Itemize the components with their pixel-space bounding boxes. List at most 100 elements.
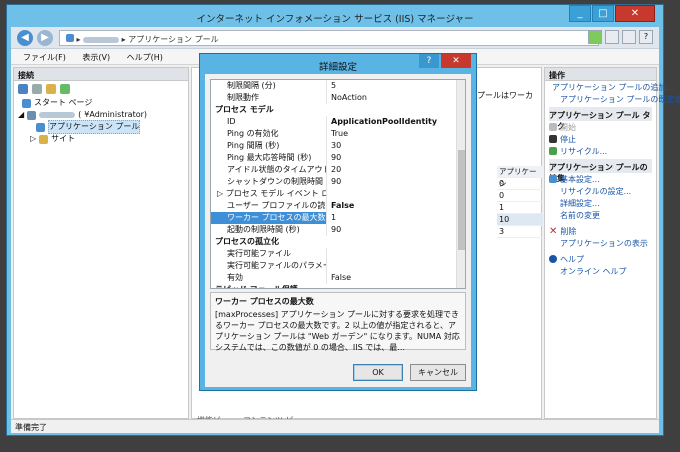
property-row[interactable]: アイドル状態のタイムアウト (分)20 — [211, 164, 465, 176]
action-help[interactable]: ヘルプ — [549, 253, 652, 265]
property-name-text: ワーカー プロセスの最大数 — [227, 213, 326, 222]
back-icon[interactable]: ◀ — [17, 30, 33, 46]
property-row[interactable]: ID ApplicationPoolIdentity — [211, 116, 465, 128]
dialog-close-button[interactable]: ✕ — [441, 54, 471, 68]
property-name: 有効 — [211, 272, 327, 284]
property-row[interactable]: Ping 最大応答時間 (秒) 90 — [211, 152, 465, 164]
property-name: アイドル状態のタイムアウト (分) — [211, 164, 327, 176]
connection-icon[interactable] — [60, 84, 70, 94]
property-row[interactable]: 制限間隔 (分) 5 — [211, 80, 465, 92]
forward-icon[interactable]: ▶ — [37, 30, 53, 46]
property-row[interactable]: 実行可能ファイルのパラメーター — [211, 260, 465, 272]
maximize-button[interactable]: □ — [592, 5, 614, 22]
menu-file[interactable]: ファイル(F) — [23, 53, 66, 62]
property-value[interactable]: 90 — [327, 224, 465, 236]
property-row[interactable]: ユーザー プロファイルの読み込みFalse — [211, 200, 465, 212]
action-stop[interactable]: 停止 — [549, 133, 652, 145]
property-row[interactable]: 制限動作 NoAction — [211, 92, 465, 104]
property-row[interactable]: Ping の有効化 True — [211, 128, 465, 140]
action-delete[interactable]: ✕ 削除 — [549, 225, 652, 237]
property-category[interactable]: プロセスの孤立化 — [211, 236, 465, 248]
cell-apps: 0 — [497, 178, 543, 190]
tree-item-start-page[interactable]: スタート ページ — [16, 97, 186, 109]
envelope-icon[interactable] — [605, 30, 619, 44]
action-advanced-settings[interactable]: 詳細設定... — [549, 197, 652, 209]
dialog-help-button[interactable]: ? — [419, 54, 439, 68]
property-name-text: ID — [227, 117, 236, 126]
status-text: 準備完了 — [15, 423, 47, 432]
green-status-icon[interactable] — [588, 30, 602, 44]
property-value[interactable]: 30 — [327, 140, 465, 152]
scroll-thumb[interactable] — [458, 150, 465, 250]
property-value[interactable]: True — [327, 128, 465, 140]
property-value[interactable] — [327, 248, 465, 260]
minimize-button[interactable]: _ — [569, 5, 591, 22]
menu-view[interactable]: 表示(V) — [82, 53, 110, 62]
close-button[interactable]: ✕ — [615, 5, 655, 22]
property-category[interactable]: プロセス モデル — [211, 104, 465, 116]
property-row[interactable]: シャットダウンの制限時間 (秒)90 — [211, 176, 465, 188]
property-value[interactable]: False — [327, 200, 465, 212]
property-row[interactable]: 有効 False — [211, 272, 465, 284]
description-title: ワーカー プロセスの最大数 — [215, 297, 314, 306]
cell-apps: 0 — [497, 190, 543, 202]
action-set-defaults[interactable]: アプリケーション プールの既定値の設定... — [549, 93, 680, 105]
action-recycle[interactable]: リサイクル... — [549, 145, 652, 157]
property-row[interactable]: 起動の制限時間 (秒) 90 — [211, 224, 465, 236]
connect-icon[interactable] — [18, 84, 28, 94]
action-rename[interactable]: 名前の変更 — [549, 209, 652, 221]
property-row[interactable]: Ping 間隔 (秒) 30 — [211, 140, 465, 152]
property-name: 制限動作 — [211, 92, 327, 104]
description-text: [maxProcesses] アプリケーション プールに対する要求を処理できるワ… — [215, 310, 460, 352]
property-value[interactable]: 5 — [327, 80, 465, 92]
property-row[interactable]: ▷ プロセス モデル イベント ログ エントリ — [211, 188, 465, 200]
save-icon[interactable] — [32, 84, 42, 94]
property-name-text: Ping の有効化 — [227, 129, 279, 138]
property-name: Ping 最大応答時間 (秒) — [211, 152, 327, 164]
property-value[interactable] — [327, 188, 465, 200]
menu-help[interactable]: ヘルプ(H) — [127, 53, 163, 62]
property-grid[interactable]: 制限間隔 (分) 5 制限動作 NoAction プロセス モデル ID Applicati… — [210, 79, 466, 289]
help-icon[interactable]: ? — [639, 30, 653, 44]
tree-item-app-pools[interactable]: アプリケーション プール — [16, 120, 186, 134]
cancel-button[interactable]: キャンセル — [410, 364, 466, 381]
tree-item-sites[interactable]: ▷ サイト — [16, 133, 186, 145]
action-add-pool[interactable]: アプリケーション プールの追加... — [549, 81, 674, 93]
property-value[interactable]: 1 — [327, 212, 465, 224]
property-value[interactable]: False — [327, 272, 465, 284]
property-value[interactable]: 90 — [327, 176, 465, 188]
property-value[interactable]: 90 — [327, 152, 465, 164]
property-scrollbar[interactable] — [456, 80, 465, 288]
action-basic-settings[interactable]: 基本設定... — [549, 173, 652, 185]
property-value[interactable]: 20 — [327, 164, 465, 176]
connections-tree: スタート ページ ◢ (¥Administrator) アプリケーション プール… — [14, 97, 188, 145]
property-name: Ping 間隔 (秒) — [211, 140, 327, 152]
expand-icon[interactable]: ▷ — [30, 133, 36, 145]
action-online-help[interactable]: オンライン ヘルプ — [549, 265, 652, 277]
property-category[interactable]: ラピッド フェール保護 — [211, 284, 465, 288]
stop-icon[interactable] — [622, 30, 636, 44]
property-value[interactable] — [327, 260, 465, 272]
column-header-apps[interactable]: アプリケーシ — [497, 166, 543, 188]
action-view-apps[interactable]: アプリケーションの表示 — [549, 237, 652, 249]
expand-icon[interactable]: ▷ — [217, 189, 226, 198]
property-name: Ping の有効化 — [211, 128, 327, 140]
ok-button[interactable]: OK — [353, 364, 403, 381]
property-row[interactable]: ワーカー プロセスの最大数 1 — [211, 212, 465, 224]
property-name: ワーカー プロセスの最大数 — [211, 212, 327, 224]
action-recycling-settings[interactable]: リサイクルの設定... — [549, 185, 652, 197]
server-name-redacted — [39, 112, 76, 118]
action-start[interactable]: 開始 — [549, 121, 652, 133]
sites-folder-icon — [39, 134, 49, 144]
property-name-text: 制限動作 — [227, 93, 259, 102]
delete-icon: ✕ — [549, 225, 558, 237]
collapse-icon[interactable]: ◢ — [18, 109, 24, 121]
property-value[interactable]: ApplicationPoolIdentity — [327, 116, 465, 128]
actions-panel: 操作 アプリケーション プールの追加... アプリケーション プールの既定値の設… — [544, 67, 680, 419]
property-name: 制限間隔 (分) — [211, 80, 327, 92]
up-icon[interactable] — [46, 84, 56, 94]
property-row[interactable]: 実行可能ファイル — [211, 248, 465, 260]
property-value[interactable]: NoAction — [327, 92, 465, 104]
dialog-body: 制限間隔 (分) 5 制限動作 NoAction プロセス モデル ID Applicati… — [205, 74, 471, 387]
address-path[interactable]: ▸ ▸ アプリケーション プール — [59, 30, 599, 46]
